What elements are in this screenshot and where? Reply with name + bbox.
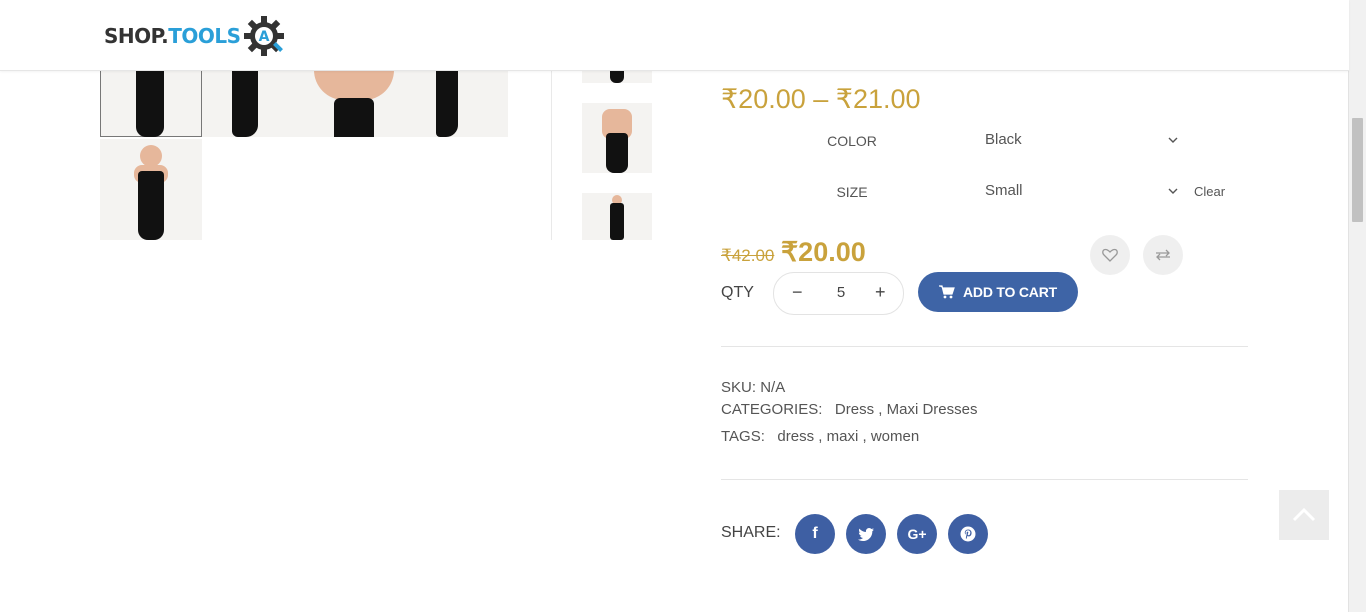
pinterest-share-button[interactable] [948, 514, 988, 554]
site-logo[interactable]: SHOP.TOOLS A [104, 14, 285, 58]
side-thumb[interactable] [582, 70, 652, 83]
twitter-share-button[interactable] [846, 514, 886, 554]
sale-price: ₹20.00 [781, 237, 866, 267]
categories-row: CATEGORIES: Dress , Maxi Dresses [721, 401, 978, 418]
logo-text-shop: SHOP. [104, 24, 169, 48]
price-range: ₹20.00 – ₹21.00 [721, 84, 921, 114]
old-price: ₹42.00 [721, 246, 775, 265]
side-thumb[interactable] [582, 193, 652, 240]
tags-label: TAGS: [721, 428, 765, 445]
share-label: SHARE: [721, 524, 781, 541]
cart-icon [939, 285, 955, 299]
gallery-thumb[interactable] [406, 70, 508, 137]
divider [721, 479, 1248, 480]
gear-logo-icon: A [243, 16, 284, 56]
qty-input[interactable] [814, 283, 868, 302]
back-to-top-button[interactable] [1279, 490, 1329, 540]
add-to-cart-button[interactable]: ADD TO CART [918, 272, 1078, 312]
qty-decrease-button[interactable]: − [792, 282, 803, 303]
add-to-cart-label: ADD TO CART [963, 284, 1057, 300]
quantity-stepper: − + [773, 272, 904, 315]
sku-label: SKU: [721, 379, 757, 396]
compare-arrows-icon [1156, 249, 1170, 261]
size-select-value: Small [985, 182, 1023, 199]
gallery-thumb[interactable] [100, 139, 202, 240]
googleplus-icon: G+ [907, 526, 927, 542]
logo-text: SHOP.TOOLS [104, 24, 241, 48]
chevron-up-icon [1292, 508, 1316, 522]
tag-link[interactable]: maxi [827, 428, 859, 445]
qty-increase-button[interactable]: + [875, 282, 886, 303]
color-select-value: Black [985, 131, 1022, 148]
gallery-divider [551, 70, 552, 240]
gallery-thumb[interactable] [202, 70, 304, 137]
heart-icon [1102, 248, 1118, 262]
qty-label: QTY [721, 284, 754, 301]
googleplus-share-button[interactable]: G+ [897, 514, 937, 554]
chevron-down-icon [1168, 137, 1178, 143]
sku-row: SKU: N/A [721, 379, 785, 396]
color-select[interactable]: Black [985, 131, 1185, 148]
logo-text-tools: TOOLS [168, 24, 241, 48]
scrollbar-thumb[interactable] [1352, 118, 1363, 222]
gallery-thumb[interactable] [304, 70, 406, 137]
category-link[interactable]: Dress [835, 401, 874, 418]
pinterest-icon [960, 526, 976, 542]
tag-link[interactable]: women [871, 428, 919, 445]
attribute-label-color: COLOR [827, 133, 877, 149]
divider [721, 346, 1248, 347]
facebook-share-button[interactable]: f [795, 514, 835, 554]
tag-link[interactable]: dress [777, 428, 814, 445]
category-link[interactable]: Maxi Dresses [887, 401, 978, 418]
chevron-down-icon [1168, 188, 1178, 194]
sku-value: N/A [760, 379, 786, 396]
twitter-icon [858, 527, 874, 541]
compare-button[interactable] [1143, 235, 1183, 275]
logo-badge-text: A [258, 29, 269, 45]
clear-variations-link[interactable]: Clear [1194, 184, 1225, 199]
gallery-thumb[interactable] [100, 70, 202, 137]
page-scrollbar[interactable] [1348, 0, 1366, 612]
categories-label: CATEGORIES: [721, 401, 823, 418]
site-header: SHOP.TOOLS A [0, 0, 1349, 71]
tags-row: TAGS: dress , maxi , women [721, 428, 920, 445]
facebook-icon: f [812, 525, 818, 542]
attribute-label-size: SIZE [836, 184, 868, 200]
side-thumb[interactable] [582, 103, 652, 173]
size-select[interactable]: Small [985, 182, 1185, 199]
wishlist-button[interactable] [1090, 235, 1130, 275]
